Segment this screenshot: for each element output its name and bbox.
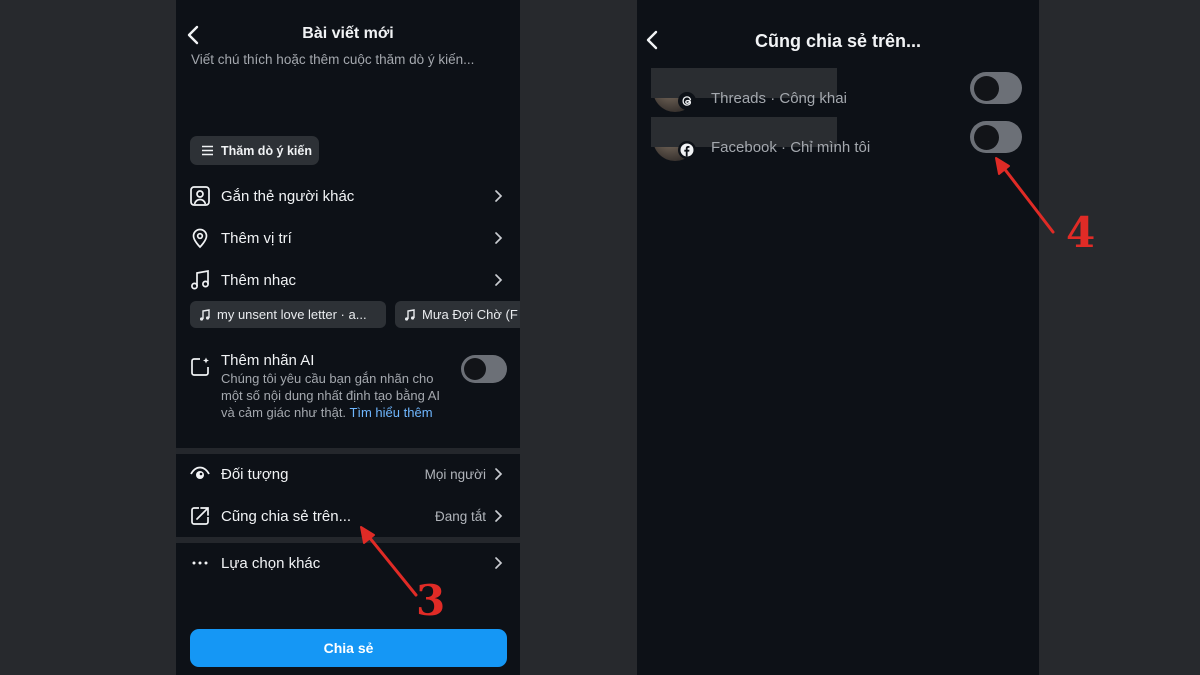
threads-icon [678, 92, 696, 110]
step-4-label: 4 [1066, 208, 1096, 257]
tag-people-row[interactable]: Gắn thẻ người khác [176, 178, 520, 214]
add-music-label: Thêm nhạc [221, 271, 297, 289]
chevron-right-icon [494, 189, 503, 203]
header: Bài viết mới Viết chú thích hoặc thêm cu… [176, 0, 520, 130]
ai-label-section: Thêm nhãn AI Chúng tôi yêu cầu bạn gắn n… [176, 350, 520, 445]
music-note-icon [189, 269, 211, 291]
toggle-knob [973, 124, 999, 150]
poll-button[interactable]: Thăm dò ý kiến [190, 136, 319, 165]
also-share-row[interactable]: Cũng chia sẻ trên... Đang tắt [176, 498, 520, 534]
more-options-label: Lựa chọn khác [221, 554, 321, 572]
poll-button-label: Thăm dò ý kiến [221, 143, 312, 158]
page-title: Bài viết mới [302, 25, 394, 42]
chevron-right-icon [494, 231, 503, 245]
section-divider [176, 537, 520, 543]
step-3-label: 3 [416, 576, 446, 625]
caption-input[interactable]: Viết chú thích hoặc thêm cuộc thăm dò ý … [191, 52, 511, 67]
ai-label-description: Chúng tôi yêu cầu bạn gắn nhãn cho một s… [221, 371, 456, 421]
threads-account-label: Threads · Công khai [711, 90, 847, 107]
learn-more-link[interactable]: Tìm hiểu thêm [349, 405, 432, 420]
facebook-icon [678, 141, 696, 159]
chevron-right-icon [494, 467, 503, 481]
new-post-screen: Bài viết mới Viết chú thích hoặc thêm cu… [176, 0, 520, 675]
section-divider [176, 448, 520, 454]
add-location-label: Thêm vị trí [221, 229, 292, 247]
ai-sparkle-icon [189, 356, 211, 378]
page-title: Cũng chia sẻ trên... [754, 31, 922, 51]
music-chip-label: my unsent love letter · a... [217, 307, 367, 322]
facebook-account-label: Facebook · Chỉ mình tôi [711, 139, 871, 156]
music-suggestion-chip[interactable]: Mưa Đợi Chờ (F [395, 301, 520, 328]
audience-value: Mọi người [424, 466, 486, 482]
chevron-right-icon [494, 273, 503, 287]
ai-label-title: Thêm nhãn AI [221, 352, 315, 369]
eye-icon [189, 463, 211, 485]
also-share-value: Đang tắt [434, 508, 486, 524]
menu-lines-icon [202, 145, 213, 156]
threads-account-row: Threads · Công khai [637, 66, 1039, 116]
share-button[interactable]: Chia sẻ [190, 629, 507, 667]
facebook-share-toggle[interactable] [970, 121, 1022, 153]
chevron-right-icon [494, 509, 503, 523]
music-chip-label: Mưa Đợi Chờ (F [422, 307, 518, 322]
more-options-row[interactable]: Lựa chọn khác [176, 545, 520, 581]
chevron-right-icon [494, 556, 503, 570]
add-location-row[interactable]: Thêm vị trí [176, 220, 520, 256]
music-note-icon [405, 308, 415, 321]
tag-people-label: Gắn thẻ người khác [221, 187, 355, 205]
share-external-icon [189, 505, 211, 527]
music-suggestion-chip[interactable]: my unsent love letter · a... [190, 301, 386, 328]
music-note-icon [200, 308, 210, 321]
toggle-knob [464, 358, 486, 380]
more-dots-icon [189, 552, 211, 574]
also-share-label: Cũng chia sẻ trên... [221, 507, 352, 525]
ai-label-toggle[interactable] [461, 355, 507, 383]
person-tag-icon [189, 185, 211, 207]
also-share-screen: Cũng chia sẻ trên... Threads · Công khai… [637, 0, 1039, 675]
audience-label: Đối tượng [221, 465, 289, 483]
add-music-row[interactable]: Thêm nhạc [176, 262, 520, 298]
threads-share-toggle[interactable] [970, 72, 1022, 104]
facebook-account-row: Facebook · Chỉ mình tôi [637, 115, 1039, 165]
toggle-knob [973, 75, 999, 101]
audience-row[interactable]: Đối tượng Mọi người [176, 456, 520, 492]
location-pin-icon [189, 227, 211, 249]
